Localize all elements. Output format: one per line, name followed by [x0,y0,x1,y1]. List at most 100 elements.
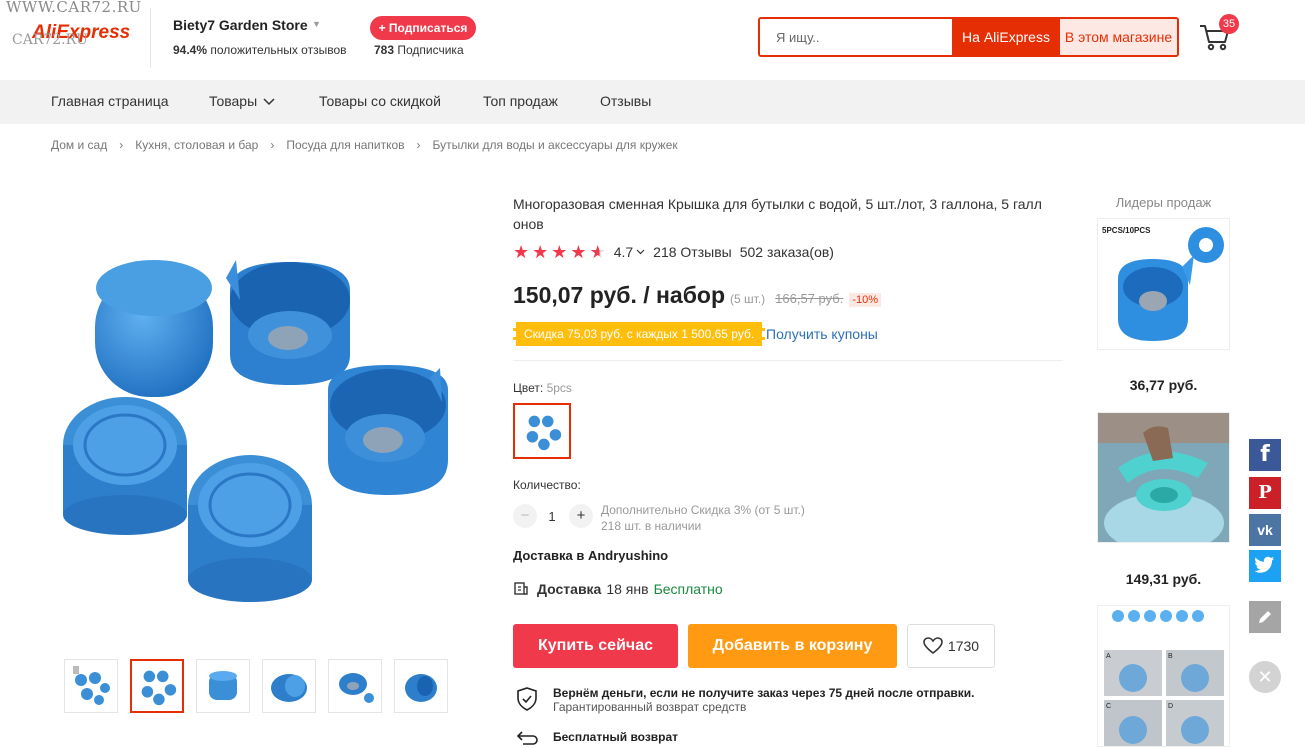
search-store-button[interactable]: В этом магазине [1060,19,1177,55]
thumbnail[interactable] [64,659,118,713]
price-quantity: (5 шт.) [730,292,766,306]
chevron-down-icon[interactable]: ▼ [312,19,321,29]
thumbnail[interactable] [262,659,316,713]
thumbnail-image [209,671,237,700]
nav-home[interactable]: Главная страница [51,93,169,109]
pinterest-icon: P [1258,482,1272,503]
top-seller-price: 149,31 руб. [1125,571,1202,587]
diagram-label-b: B [1168,653,1173,660]
shield-check-icon [517,687,537,711]
color-label-text: Цвет: [513,381,544,395]
price: 150,07 руб. / набор [513,282,726,308]
vk-share-button[interactable]: vk [1249,514,1281,546]
orders-count: 502 заказа(ов) [739,244,834,260]
twitter-icon [1254,556,1275,573]
delivery-icon [514,582,528,595]
breadcrumb-item[interactable]: Посуда для напитков [286,138,404,152]
buyer-protection-title: Вернём деньги, если не получите заказ че… [553,686,975,700]
store-name[interactable]: Biety7 Garden Store [173,17,308,33]
search-bar: На AliExpress В этом магазине [758,17,1179,57]
thumbnail-image [405,674,437,702]
header: AliExpress WWW.CAR72.RU CAR72.RU Biety7 … [0,0,1305,80]
product-title: Многоразовая сменная Крышка для бутылки … [513,196,1042,232]
top-seller-item[interactable] [1097,412,1230,543]
delivery-price: Бесплатно [653,581,723,597]
wishlist-count: 1730 [947,638,980,654]
star-icon: ★ [570,242,587,262]
subscribers-count: 783 [374,43,395,57]
subscribe-button[interactable]: + Подписаться [370,16,476,40]
diagram-label-d: D [1168,703,1173,710]
buy-now-button[interactable]: Купить сейчас [513,624,678,668]
get-coupons-link[interactable]: Получить купоны [766,326,878,342]
add-to-cart-button[interactable]: Добавить в корзину [688,624,897,668]
top-sellers-title: Лидеры продаж [1115,195,1212,210]
breadcrumb: Дом и сад › Кухня, столовая и бар › Посу… [51,138,678,152]
top-seller-price: 36,77 руб. [1129,377,1198,393]
search-input[interactable] [760,19,952,55]
cart-count-badge: 35 [1219,14,1239,34]
quantity-label: Количество: [513,478,581,492]
search-aliexpress-button[interactable]: На AliExpress [952,19,1060,55]
top-seller-image: 5PCS/10PCS [1102,226,1224,341]
reviews-count[interactable]: 218 Отзывы [653,244,732,260]
buyer-protection: Вернём деньги, если не получите заказ че… [515,686,975,714]
top-seller-image: A B C D [1104,610,1224,746]
thumbnail[interactable] [196,659,250,713]
breadcrumb-item[interactable]: Кухня, столовая и бар [135,138,258,152]
quantity-input[interactable]: 1 [541,509,563,524]
thumbnail-selected[interactable] [130,659,184,713]
chevron-down-icon [263,98,275,106]
close-share-button[interactable]: ✕ [1249,661,1281,693]
color-option-5pcs[interactable] [513,403,571,459]
delivery-info: Доставка 18 янв Бесплатно [513,581,723,597]
thumbnail-image [271,674,307,702]
color-label: Цвет: 5pcs [513,381,572,395]
star-icon: ★ [532,242,549,262]
pinterest-share-button[interactable]: P [1249,477,1281,509]
chevron-right-icon: › [119,138,124,152]
thumbnail-image [141,670,177,706]
nav-products-label: Товары [209,93,258,109]
facebook-share-button[interactable]: f [1249,439,1281,471]
stock-count: 218 шт. в наличии [601,519,702,533]
discount-badge: -10% [849,293,882,307]
nav-products[interactable]: Товары [209,93,275,109]
color-value: 5pcs [546,381,572,395]
rating-value[interactable]: 4.7 [614,244,633,260]
nav-reviews[interactable]: Отзывы [600,93,651,109]
star-half-icon: ★ [589,242,606,262]
watermark-secondary: CAR72.RU [12,32,88,48]
price-row: 150,07 руб. / набор (5 шт.) 166,57 руб. … [513,282,882,309]
thumbnail[interactable] [328,659,382,713]
quantity-increase-button[interactable]: + [569,504,593,528]
top-seller-item[interactable]: A B C D [1097,605,1230,747]
pencil-icon [1259,611,1271,623]
edit-button[interactable] [1249,601,1281,633]
top-seller-item[interactable]: 5PCS/10PCS [1097,218,1230,350]
breadcrumb-item[interactable]: Бутылки для воды и аксессуары для кружек [433,138,678,152]
color-option-image [526,415,562,451]
wishlist-button[interactable]: 1730 [907,624,995,668]
facebook-icon: f [1260,442,1270,467]
twitter-share-button[interactable] [1249,550,1281,582]
buyer-protection-text: Вернём деньги, если не получите заказ че… [553,686,975,714]
delivery-label: Доставка [537,581,602,597]
chevron-right-icon: › [270,138,275,152]
nav-sale[interactable]: Товары со скидкой [319,93,441,109]
delivery-destination[interactable]: Доставка в Andryushino [513,548,668,563]
watermark: WWW.CAR72.RU [6,0,142,16]
product-main-image[interactable] [50,230,470,630]
breadcrumb-item[interactable]: Дом и сад [51,138,107,152]
diagram-label-a: A [1106,653,1111,660]
header-divider [150,8,151,68]
close-icon: ✕ [1257,667,1273,687]
chevron-down-icon[interactable] [636,249,645,255]
divider [513,360,1063,361]
thumbnail[interactable] [394,659,448,713]
store-nav: Главная страница Товары Товары со скидко… [0,80,1305,124]
old-price: 166,57 руб. [775,291,844,306]
quantity-decrease-button[interactable]: − [513,504,537,528]
coupon-badge: Скидка 75,03 руб. с каждых 1 500,65 руб. [513,322,766,346]
nav-top-sales[interactable]: Топ продаж [483,93,558,109]
